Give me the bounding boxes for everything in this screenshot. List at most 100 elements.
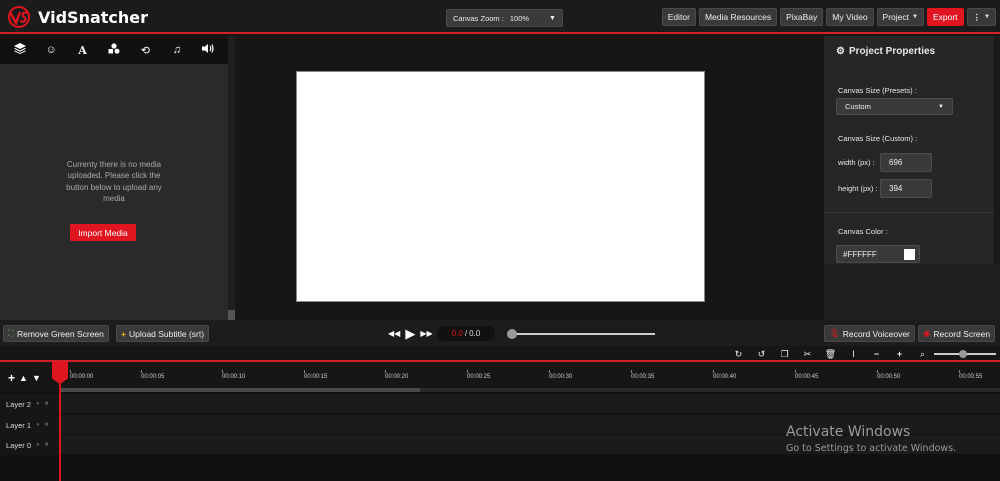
redo-icon[interactable]: ↻ <box>727 347 750 361</box>
ruler-tick: 00:00:45 <box>795 370 819 380</box>
kebab-icon: ⋮ <box>972 11 982 22</box>
ruler-tick: 00:00:20 <box>385 370 409 380</box>
no-media-message: Currenty there is no media uploaded. Ple… <box>66 160 162 203</box>
plus-icon[interactable]: + <box>888 347 911 361</box>
remove-green-screen-button[interactable]: ⛶ Remove Green Screen <box>3 325 109 342</box>
app-name: VidSnatcher <box>38 7 149 27</box>
fast-forward-icon[interactable]: ▶▶ <box>420 329 432 338</box>
layer-label[interactable]: Layer 0 ● ■ <box>0 435 60 455</box>
timeline-ruler[interactable]: 00:00:00 00:00:05 00:00:10 00:00:15 00:0… <box>60 364 1000 388</box>
gear-icon: ⚙ <box>836 46 845 57</box>
layer-name: Layer 1 <box>6 420 32 430</box>
trash-icon[interactable]: 🗑 <box>819 347 842 361</box>
editor-label: Editor <box>667 12 690 22</box>
play-icon[interactable]: ▶ <box>405 326 415 342</box>
search-icon[interactable]: ⌕ <box>911 347 934 361</box>
width-input[interactable]: 696 <box>880 153 932 172</box>
left-panel-tabs: ☺ A ⟲ ♫ <box>0 36 228 64</box>
main-nav: Editor Media Resources PixaBay My Video … <box>661 8 996 26</box>
ruler-tick: 00:00:50 <box>877 370 901 380</box>
timeline-head: + ▲ ▼ <box>0 364 60 392</box>
height-input[interactable]: 394 <box>880 179 932 198</box>
editor-button[interactable]: Editor <box>661 8 696 26</box>
seek-handle[interactable] <box>507 329 517 339</box>
music-icon[interactable]: ♫ <box>169 44 185 56</box>
record-icon: ◉ <box>923 328 931 338</box>
caret-down-icon: ▼ <box>912 14 918 20</box>
app-logo[interactable]: VidSnatcher <box>6 6 148 28</box>
my-video-label: My Video <box>832 12 868 22</box>
properties-scrollbar[interactable] <box>994 36 1000 264</box>
layer-label[interactable]: Layer 1 ● ■ <box>0 415 60 435</box>
volume-icon[interactable] <box>200 43 216 57</box>
undo-icon[interactable]: ↺ <box>750 347 773 361</box>
canvas-size-preset-value: Custom <box>845 102 871 111</box>
ruler-tick: 00:00:10 <box>222 370 246 380</box>
timeline-layer-row[interactable] <box>0 394 1000 414</box>
scrollbar-thumb[interactable] <box>228 310 235 320</box>
add-layer-icon[interactable]: + <box>8 371 15 385</box>
pixabay-button[interactable]: PixaBay <box>780 8 824 26</box>
media-resources-button[interactable]: Media Resources <box>698 8 778 26</box>
current-time: 0.0 <box>451 329 463 338</box>
upload-subtitle-button[interactable]: + Upload Subtitle (srt) <box>116 325 210 342</box>
ruler-tick: 00:00:25 <box>467 370 491 380</box>
canvas-color-value: #FFFFFF <box>843 249 877 259</box>
lock-icon[interactable]: ■ <box>45 401 49 407</box>
slider-handle[interactable] <box>959 350 967 358</box>
transition-icon[interactable]: ⟲ <box>137 44 153 57</box>
video-canvas[interactable] <box>296 71 705 302</box>
export-label: Export <box>932 12 958 22</box>
canvas-zoom-select[interactable]: Canvas Zoom : 100% ▼ <box>446 9 563 27</box>
visibility-icon[interactable]: ● <box>36 401 40 407</box>
move-up-icon[interactable]: ▲ <box>19 373 28 383</box>
split-icon[interactable]: I <box>842 347 865 361</box>
color-swatch[interactable] <box>904 249 915 260</box>
chevron-down-icon: ▼ <box>549 14 556 22</box>
layers-icon[interactable] <box>12 43 28 57</box>
lock-icon[interactable]: ■ <box>45 422 49 428</box>
import-media-button[interactable]: Import Media <box>70 224 136 241</box>
minus-icon[interactable]: − <box>865 347 888 361</box>
my-video-button[interactable]: My Video <box>826 8 874 26</box>
watermark-subtitle: Go to Settings to activate Windows. <box>786 443 957 454</box>
record-voiceover-label: Record Voiceover <box>842 328 910 339</box>
layer-label[interactable]: Layer 2 ● ■ <box>0 394 60 414</box>
copy-icon[interactable]: ❐ <box>773 347 796 361</box>
project-properties-title: ⚙ Project Properties <box>836 46 935 57</box>
rewind-icon[interactable]: ◀◀ <box>388 329 400 338</box>
visibility-icon[interactable]: ● <box>36 442 40 448</box>
watermark-title: Activate Windows <box>786 424 911 440</box>
caret-down-icon: ▼ <box>984 14 990 20</box>
activate-windows-watermark: Activate Windows Go to Settings to activ… <box>786 424 956 454</box>
lock-icon[interactable]: ■ <box>45 442 49 448</box>
width-label: width (px) : <box>838 158 875 167</box>
ruler-tick: 00:00:00 <box>70 370 94 380</box>
shapes-icon[interactable] <box>106 43 122 57</box>
move-down-icon[interactable]: ▼ <box>32 373 41 383</box>
plus-icon: + <box>121 328 126 339</box>
visibility-icon[interactable]: ● <box>36 422 40 428</box>
project-label: Project <box>882 12 910 22</box>
total-time: 0.0 <box>469 329 481 338</box>
record-voiceover-button[interactable]: 🎙 Record Voiceover <box>824 325 915 342</box>
export-button[interactable]: Export <box>926 8 964 26</box>
record-screen-button[interactable]: ◉ Record Screen <box>918 325 996 342</box>
canvas-color-input[interactable]: #FFFFFF <box>836 245 920 263</box>
timeline-zoom-slider[interactable] <box>934 347 996 361</box>
microphone-icon: 🎙 <box>829 328 840 338</box>
seek-bar[interactable] <box>511 333 655 335</box>
pixabay-label: PixaBay <box>786 12 818 22</box>
record-screen-label: Record Screen <box>933 328 991 339</box>
remove-green-screen-label: Remove Green Screen <box>16 328 104 339</box>
text-icon[interactable]: A <box>75 44 91 57</box>
canvas-size-preset-select[interactable]: Custom ▼ <box>836 98 953 115</box>
divider <box>824 212 994 213</box>
cut-icon[interactable]: ✂ <box>796 347 819 361</box>
ruler-tick: 00:00:15 <box>304 370 328 380</box>
more-menu-button[interactable]: ⋮ ▼ <box>966 8 996 26</box>
media-panel-scrollbar[interactable] <box>228 36 235 320</box>
project-menu-button[interactable]: Project ▼ <box>876 8 924 26</box>
smiley-icon[interactable]: ☺ <box>43 44 59 56</box>
canvas-color-label: Canvas Color : <box>838 227 888 236</box>
